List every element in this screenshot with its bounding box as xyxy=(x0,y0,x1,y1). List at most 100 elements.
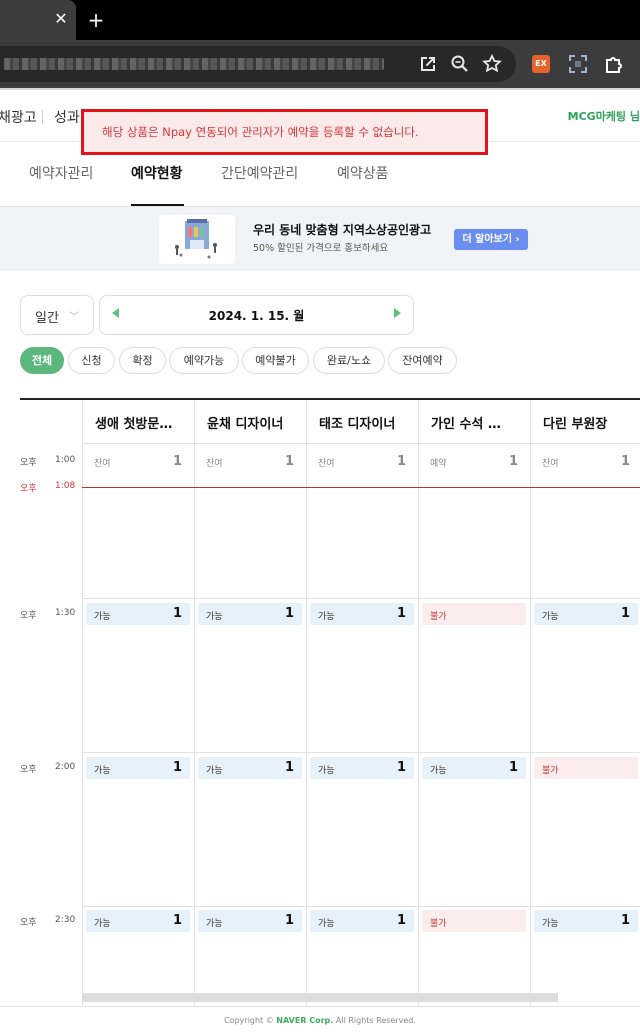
column-header[interactable]: 윤채 디자이너 xyxy=(194,400,306,444)
slot-unavailable[interactable]: 불가 xyxy=(422,910,526,932)
column-header[interactable]: 가인 수석 … xyxy=(418,400,530,444)
date-navigator: 2024. 1. 15. 월 xyxy=(99,295,414,335)
zoom-icon[interactable] xyxy=(448,52,472,76)
time-ampm: 오후 xyxy=(20,765,37,775)
slot-available[interactable]: 가능 1 xyxy=(534,910,638,932)
time-ampm: 오후 xyxy=(20,458,37,468)
slot-label: 잔여 xyxy=(318,459,335,469)
slot-label: 가능 xyxy=(206,766,223,776)
browser-tab[interactable]: ✕ xyxy=(0,0,76,40)
slot-available[interactable]: 가능 1 xyxy=(86,910,190,932)
slot-count: 1 xyxy=(396,913,406,928)
top-nav-item-ads[interactable]: 채광고 xyxy=(0,107,37,127)
learn-more-button[interactable]: 더 알아보기 › xyxy=(454,229,528,250)
slot-available[interactable]: 가능 1 xyxy=(198,603,302,625)
slot-summary[interactable]: 잔여 1 xyxy=(94,454,182,469)
bookmark-star-icon[interactable] xyxy=(480,52,504,76)
user-name[interactable]: MCG마케팅 님 xyxy=(568,108,640,124)
time-label: 오후 1:00 xyxy=(20,455,75,468)
current-time-line xyxy=(82,487,640,488)
slot-available[interactable]: 가능 1 xyxy=(86,757,190,779)
slot-count: 1 xyxy=(508,454,518,469)
current-date[interactable]: 2024. 1. 15. 월 xyxy=(100,307,413,324)
new-tab-button[interactable]: + xyxy=(86,9,106,31)
filter-remaining[interactable]: 잔여예약 xyxy=(388,347,457,374)
slot-count: 1 xyxy=(172,606,182,621)
screen-capture-icon[interactable] xyxy=(566,52,590,76)
slot-label: 잔여 xyxy=(542,459,559,469)
tab-simple-reservation[interactable]: 간단예약관리 xyxy=(221,163,298,183)
slot-unavailable[interactable]: 불가 xyxy=(422,603,526,625)
slot-unavailable[interactable]: 불가 xyxy=(534,757,638,779)
slot-available[interactable]: 가능 1 xyxy=(310,757,414,779)
grid-line xyxy=(82,598,640,599)
slot-available[interactable]: 가능 1 xyxy=(534,603,638,625)
slot-available[interactable]: 가능 1 xyxy=(86,603,190,625)
extensions-puzzle-icon[interactable] xyxy=(602,52,626,76)
column-header-label: 생애 첫방문… xyxy=(95,417,173,432)
footer-prefix: Copyright © xyxy=(224,1016,277,1025)
slot-label: 잔여 xyxy=(94,459,111,469)
grid-line xyxy=(194,400,195,1006)
filter-requested[interactable]: 신청 xyxy=(68,347,115,374)
slot-available[interactable]: 가능 1 xyxy=(422,757,526,779)
slot-count: 1 xyxy=(620,454,630,469)
next-date-icon[interactable] xyxy=(394,308,401,318)
slot-label: 잔여 xyxy=(206,459,223,469)
footer-suffix: All Rights Reserved. xyxy=(333,1016,416,1025)
time-value: 2:30 xyxy=(55,915,76,925)
slot-label: 가능 xyxy=(94,766,111,776)
period-select-value: 일간 xyxy=(35,311,59,326)
time-label: 오후 1:30 xyxy=(20,608,75,621)
time-ampm: 오후 xyxy=(20,611,37,621)
slot-summary[interactable]: 예약 1 xyxy=(430,454,518,469)
slot-label: 가능 xyxy=(542,919,559,929)
column-header-label: 윤채 디자이너 xyxy=(207,417,284,432)
slot-label: 불가 xyxy=(542,766,559,776)
filter-confirmed[interactable]: 확정 xyxy=(119,347,166,374)
filter-available[interactable]: 예약가능 xyxy=(169,347,239,374)
extension-badge-icon[interactable]: EX xyxy=(532,55,550,73)
slot-label: 가능 xyxy=(430,766,447,776)
period-select[interactable]: 일간 ﹀ xyxy=(20,295,94,335)
slot-count: 1 xyxy=(284,606,294,621)
column-header[interactable]: 다린 부원장 xyxy=(530,400,640,444)
column-header-label: 가인 수석 … xyxy=(431,417,501,432)
top-nav-item-performance[interactable]: 성과 xyxy=(54,107,80,127)
time-value: 2:00 xyxy=(55,762,76,772)
slot-label: 불가 xyxy=(430,919,447,929)
time-label: 오후 2:30 xyxy=(20,915,75,928)
slot-available[interactable]: 가능 1 xyxy=(310,910,414,932)
address-bar[interactable] xyxy=(0,46,516,82)
tab-reservation-management[interactable]: 예약자관리 xyxy=(29,163,93,183)
schedule-grid: 생애 첫방문… 윤채 디자이너 태조 디자이너 가인 수석 … 다린 부원장 오… xyxy=(20,398,640,1006)
open-external-icon[interactable] xyxy=(416,52,440,76)
filter-completed-noshow[interactable]: 완료/노쇼 xyxy=(313,347,385,374)
column-header[interactable]: 태조 디자이너 xyxy=(306,400,418,444)
slot-available[interactable]: 가능 1 xyxy=(198,757,302,779)
slot-label: 가능 xyxy=(542,612,559,622)
tab-reservation-status[interactable]: 예약현황 xyxy=(131,163,183,183)
slot-count: 1 xyxy=(172,454,182,469)
chevron-down-icon: ﹀ xyxy=(69,312,79,323)
column-header[interactable]: 생애 첫방문… xyxy=(82,400,194,444)
slot-count: 1 xyxy=(172,760,182,775)
storefront-illustration xyxy=(159,215,235,264)
slot-count: 1 xyxy=(172,913,182,928)
slot-label: 불가 xyxy=(430,612,447,622)
filter-unavailable[interactable]: 예약불가 xyxy=(242,347,309,374)
slot-available[interactable]: 가능 1 xyxy=(198,910,302,932)
slot-summary[interactable]: 잔여 1 xyxy=(318,454,406,469)
promo-banner[interactable]: 우리 동네 맞춤형 지역소상공인광고 50% 할인된 가격으로 홍보하세요 더 … xyxy=(0,207,640,271)
close-tab-icon[interactable]: ✕ xyxy=(52,10,70,28)
filter-all[interactable]: 전체 xyxy=(20,347,64,374)
slot-summary[interactable]: 잔여 1 xyxy=(542,454,630,469)
slot-count: 1 xyxy=(396,760,406,775)
grid-line xyxy=(418,400,419,1006)
tab-reservation-products[interactable]: 예약상품 xyxy=(337,163,389,183)
current-time-label: 오후 1:08 xyxy=(20,481,75,494)
slot-summary[interactable]: 잔여 1 xyxy=(206,454,294,469)
slot-count: 1 xyxy=(284,454,294,469)
slot-available[interactable]: 가능 1 xyxy=(310,603,414,625)
horizontal-scrollbar[interactable] xyxy=(82,993,558,1002)
